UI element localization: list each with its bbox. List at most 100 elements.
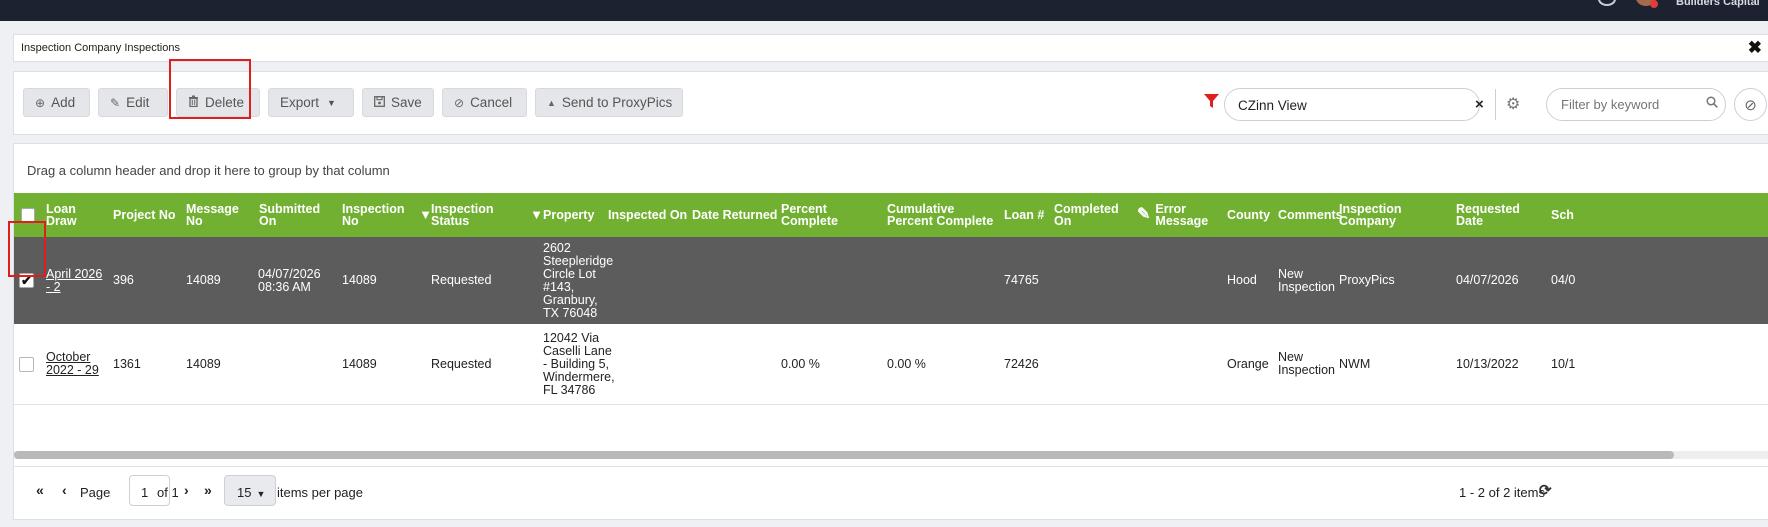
cell-county: Orange xyxy=(1227,356,1269,371)
filter-icon[interactable] xyxy=(1204,94,1219,114)
cell-comments: New Inspection xyxy=(1278,266,1335,294)
column-header-label: Error Message xyxy=(1155,202,1209,228)
clear-icon[interactable]: × xyxy=(1475,96,1484,113)
add-button-label: Add xyxy=(51,95,76,110)
cell-property: 2602 Steepleridge Circle Lot #143, Granb… xyxy=(543,240,614,320)
company-name: Builders Capital xyxy=(1676,0,1760,8)
edit-button[interactable]: ✎ Edit xyxy=(98,88,168,117)
window-titlebar: Inspection Company Inspections ✖ xyxy=(13,34,1768,62)
column-header-loan-num[interactable]: Loan # xyxy=(1004,193,1050,237)
cell-property: 12042 Via Caselli Lane - Building 5, Win… xyxy=(543,330,615,397)
cell-percent-complete: 0.00 % xyxy=(781,356,820,371)
cell-inspected-on xyxy=(608,237,688,324)
cell-error-message xyxy=(1137,237,1217,324)
column-header-error-message[interactable]: ✎ Error Message xyxy=(1137,193,1227,237)
horizontal-scrollbar[interactable] xyxy=(14,451,1768,459)
column-header-comments[interactable]: Comments xyxy=(1278,193,1343,237)
column-header-percent-complete[interactable]: Percent Complete xyxy=(781,193,881,237)
column-header-inspection-no[interactable]: Inspection No ▼ xyxy=(342,193,432,237)
cell-comments: New Inspection xyxy=(1278,350,1335,377)
loan-draw-link[interactable]: April 2026 - 2 xyxy=(46,267,106,294)
cancel-button[interactable]: ⊘ Cancel xyxy=(442,88,527,117)
delete-button-label: Delete xyxy=(205,95,245,110)
column-header-completed-on[interactable]: Completed On xyxy=(1054,193,1119,237)
column-header-label: Inspection Status xyxy=(431,202,494,228)
cell-message-no: 14089 xyxy=(186,273,221,287)
column-header-inspection-status[interactable]: Inspection Status ▼ xyxy=(431,193,543,237)
settings-icon[interactable] xyxy=(1598,0,1616,6)
cancel-button-label: Cancel xyxy=(470,95,513,110)
view-selector[interactable]: CZinn View × ⚙ xyxy=(1224,88,1520,121)
send-button-label: Send to ProxyPics xyxy=(561,95,673,110)
group-by-hint: Drag a column header and drop it here to… xyxy=(27,163,390,178)
keyword-filter-input[interactable] xyxy=(1559,96,1684,113)
close-icon[interactable]: ✖ xyxy=(1748,38,1762,58)
save-button[interactable]: Save xyxy=(362,88,434,117)
column-header-label: Completed On xyxy=(1054,202,1119,228)
column-header-scheduled[interactable]: Sch xyxy=(1551,193,1581,237)
caret-down-icon: ▼ xyxy=(256,489,266,499)
page-label: Page xyxy=(80,485,111,500)
column-header-label: Submitted On xyxy=(259,202,321,228)
pencil-icon: ✎ xyxy=(110,95,121,110)
previous-page-icon[interactable]: ‹ xyxy=(62,482,67,498)
items-per-page-value: 15 xyxy=(237,485,252,500)
filter-icon[interactable]: ▼ xyxy=(530,208,543,221)
table-row[interactable]: ✔ April 2026 - 2 396 14089 04/07/2026 08… xyxy=(14,237,1768,324)
column-header-label: Project No xyxy=(113,208,176,222)
cell-loan-draw[interactable]: April 2026 - 2 xyxy=(46,237,106,324)
next-page-icon[interactable]: › xyxy=(184,482,189,498)
column-header-requested-date[interactable]: Requested Date xyxy=(1456,193,1536,237)
grid-header: Loan Draw Project No Message No Submitte… xyxy=(14,193,1768,237)
column-header-message-no[interactable]: Message No xyxy=(186,193,246,237)
items-summary: 1 - 2 of 2 items xyxy=(1459,485,1545,500)
cell-county: Hood xyxy=(1227,273,1257,287)
gear-icon[interactable]: ⚙ xyxy=(1506,94,1520,114)
delete-button[interactable]: Delete xyxy=(176,88,260,117)
row-checkbox[interactable] xyxy=(19,357,34,372)
first-page-icon[interactable]: « xyxy=(36,482,44,498)
column-header-label: Message No xyxy=(186,202,239,228)
column-header-property[interactable]: Property xyxy=(543,193,603,237)
column-header-county[interactable]: County xyxy=(1227,193,1275,237)
cell-cumulative-percent: 0.00 % xyxy=(887,356,926,371)
keyword-filter[interactable] xyxy=(1546,88,1726,121)
cell-cumulative-percent xyxy=(887,237,977,324)
send-to-proxypics-button[interactable]: ▲ Send to ProxyPics xyxy=(535,88,683,117)
select-all-checkbox[interactable] xyxy=(21,208,35,222)
column-header-label: Comments xyxy=(1278,208,1343,222)
export-dropdown-button[interactable]: Export ▼ xyxy=(268,88,354,117)
ban-icon: ⊘ xyxy=(1744,96,1757,114)
floppy-disk-icon xyxy=(374,95,385,110)
column-header-project-no[interactable]: Project No xyxy=(113,193,183,237)
last-page-icon[interactable]: » xyxy=(204,482,212,498)
items-per-page-select[interactable]: 15 ▼ xyxy=(224,475,276,506)
cell-loan-num: 74765 xyxy=(1004,273,1039,287)
clear-filters-button[interactable]: ⊘ xyxy=(1734,88,1767,121)
cell-project-no: 1361 xyxy=(113,356,141,371)
cell-status: Requested xyxy=(431,356,492,371)
edit-square-icon: ✎ xyxy=(1137,206,1151,223)
cell-loan-draw[interactable]: October 2022 - 29 xyxy=(46,324,106,404)
refresh-icon[interactable]: ⟳ xyxy=(1539,481,1552,499)
loan-draw-link[interactable]: October 2022 - 29 xyxy=(46,351,106,377)
column-header-label: Inspection No xyxy=(342,202,405,228)
cell-message-no: 14089 xyxy=(186,356,221,371)
column-header-inspection-company[interactable]: Inspection Company xyxy=(1339,193,1419,237)
column-header-inspected-on[interactable]: Inspected On xyxy=(608,193,688,237)
column-header-date-returned[interactable]: Date Returned xyxy=(692,193,778,237)
caret-down-icon: ▼ xyxy=(327,97,336,108)
notification-badge xyxy=(1650,0,1658,8)
row-checkbox[interactable]: ✔ xyxy=(19,273,34,288)
column-header-cumulative-percent[interactable]: Cumulative Percent Complete xyxy=(887,193,997,237)
user-area[interactable]: Builders Capital xyxy=(1588,0,1768,21)
table-row[interactable]: October 2022 - 29 1361 14089 14089 Reque… xyxy=(14,324,1768,405)
save-button-label: Save xyxy=(391,95,422,110)
search-icon[interactable] xyxy=(1706,96,1718,111)
column-header-loan-draw[interactable]: Loan Draw xyxy=(46,193,108,237)
cell-scheduled: 10/1 xyxy=(1551,356,1576,371)
add-button[interactable]: ⊕ Add xyxy=(23,88,90,117)
column-header-submitted-on[interactable]: Submitted On xyxy=(259,193,329,237)
view-selector-value: CZinn View xyxy=(1238,98,1307,113)
scrollbar-thumb[interactable] xyxy=(14,451,1674,459)
